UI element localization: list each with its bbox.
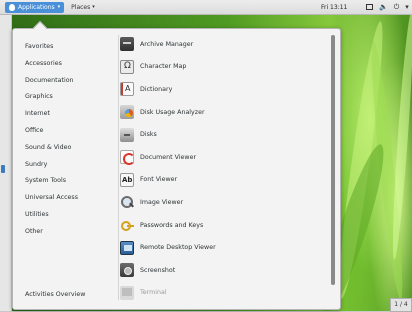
places-label: Places [71,3,91,11]
category-office[interactable]: Office [25,123,105,140]
app-label: Remote Desktop Viewer [140,244,216,252]
window-icon[interactable] [366,4,373,10]
app-image-viewer[interactable]: Image Viewer [120,191,330,214]
app-label: Font Viewer [140,176,178,184]
app-font-viewer[interactable]: Font Viewer [120,169,330,192]
grass-blade [389,9,412,261]
category-universal-access[interactable]: Universal Access [25,190,105,207]
disk-usage-analyzer-icon [120,105,134,120]
category-documentation[interactable]: Documentation [25,73,105,90]
category-internet[interactable]: Internet [25,106,105,123]
app-character-map[interactable]: Character Map [120,56,330,79]
disks-icon [120,127,134,142]
app-archive-manager[interactable]: Archive Manager [120,33,330,56]
clock[interactable]: Fri 13:11 [321,4,347,11]
app-label: Document Viewer [140,153,197,161]
application-list: Archive Manager Character Map Dictionary… [120,33,330,304]
app-label: Archive Manager [140,40,194,48]
character-map-icon [120,59,134,74]
scrollbar-thumb[interactable] [331,35,335,285]
chevron-down-icon[interactable]: ▾ [405,3,409,11]
app-label: Screenshot [140,266,176,274]
applications-menu-button[interactable]: Applications ▾ [5,1,65,13]
app-label: Disks [140,131,157,139]
power-icon[interactable]: ⏻ [394,3,400,11]
archive-manager-icon [120,37,134,52]
left-window-edge [0,15,12,312]
window-edge-marker [1,165,5,173]
category-favorites[interactable]: Favorites [25,39,105,56]
app-screenshot[interactable]: Screenshot [120,259,330,282]
category-list: Favorites Accessories Documentation Grap… [25,39,105,241]
app-label: Terminal [140,289,167,297]
workspace-indicator[interactable]: 1 / 4 [390,298,412,312]
activities-overview-link[interactable]: Activities Overview [25,291,85,298]
volume-icon[interactable]: 🔈 [379,3,388,11]
chevron-down-icon: ▾ [57,4,61,10]
places-menu-button[interactable]: Places ▾ [71,4,95,11]
category-graphics[interactable]: Graphics [25,89,105,106]
app-list-scrollbar[interactable] [331,33,336,309]
terminal-icon [120,285,134,300]
category-utilities[interactable]: Utilities [25,207,105,224]
document-viewer-icon [120,150,135,166]
category-other[interactable]: Other [25,224,105,241]
passwords-and-keys-icon [120,218,134,232]
app-disk-usage-analyzer[interactable]: Disk Usage Analyzer [120,101,330,124]
app-label: Disk Usage Analyzer [140,108,205,116]
app-label: Character Map [140,63,187,71]
chevron-down-icon: ▾ [92,4,95,10]
app-label: Image Viewer [140,198,184,206]
category-sound-video[interactable]: Sound & Video [25,140,105,157]
app-label: Dictionary [140,85,173,93]
menu-divider [118,35,119,300]
category-sundry[interactable]: Sundry [25,157,105,174]
applications-label: Applications [18,3,55,11]
screenshot-icon [120,263,134,278]
app-dictionary[interactable]: Dictionary [120,78,330,101]
category-accessories[interactable]: Accessories [25,56,105,73]
font-viewer-icon [120,172,134,187]
applications-menu-popup: Favorites Accessories Documentation Grap… [12,20,341,310]
category-system-tools[interactable]: System Tools [25,173,105,190]
system-tray[interactable]: 🔈 ⏻ ▾ [366,3,409,11]
top-panel: Applications ▾ Places ▾ Fri 13:11 🔈 ⏻ ▾ [0,0,412,15]
app-remote-desktop-viewer[interactable]: Remote Desktop Viewer [120,236,330,259]
remote-desktop-viewer-icon [120,240,134,255]
image-viewer-icon [120,195,134,209]
app-document-viewer[interactable]: Document Viewer [120,146,330,169]
app-passwords-and-keys[interactable]: Passwords and Keys [120,214,330,237]
app-terminal[interactable]: Terminal [120,282,330,305]
dictionary-icon [120,82,134,97]
gnome-foot-icon [9,3,15,11]
app-label: Passwords and Keys [140,221,204,229]
app-disks[interactable]: Disks [120,123,330,146]
